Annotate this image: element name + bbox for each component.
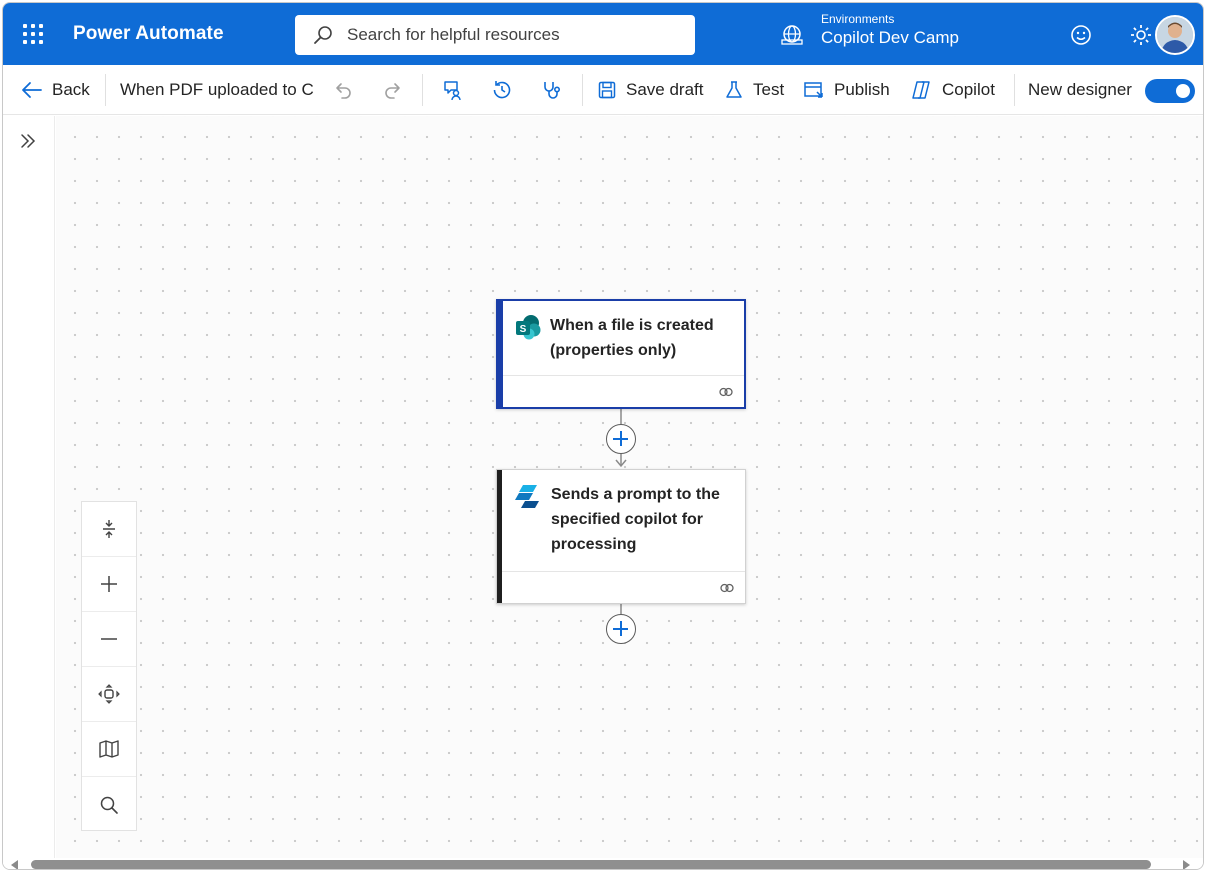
publish-button[interactable]: Publish (803, 65, 890, 115)
minimap-icon (99, 740, 119, 758)
back-button[interactable]: Back (21, 65, 90, 115)
scrollbar-thumb[interactable] (31, 860, 1151, 869)
canvas-controls (81, 501, 137, 831)
svg-text:S: S (520, 324, 527, 335)
settings-gear-icon[interactable] (1129, 23, 1153, 47)
app-window: Power Automate Search for helpful resour… (2, 2, 1204, 870)
stethoscope-icon (544, 82, 561, 99)
redo-button[interactable] (383, 65, 412, 115)
zoom-out-button[interactable] (82, 612, 136, 667)
step-title: When a file is created (properties only) (550, 317, 714, 359)
connection-link-icon[interactable] (719, 581, 735, 595)
app-header: Power Automate Search for helpful resour… (3, 3, 1203, 65)
save-icon (598, 81, 616, 99)
connection-link-icon[interactable] (718, 385, 734, 399)
new-designer-label: New designer (1028, 80, 1132, 99)
flow-step-action[interactable]: Sends a prompt to the specified copilot … (496, 469, 746, 604)
search-input[interactable]: Search for helpful resources (295, 15, 695, 55)
copilot-icon (912, 81, 930, 99)
zoom-in-button[interactable] (82, 557, 136, 612)
designer-toolbar: Back When PDF uploaded to C Save draft T… (3, 65, 1203, 115)
app-name[interactable]: Power Automate (73, 23, 224, 45)
horizontal-scrollbar[interactable] (3, 858, 1203, 869)
user-avatar[interactable] (1155, 15, 1195, 55)
save-draft-button[interactable]: Save draft (597, 65, 704, 115)
fit-vertical-icon (103, 520, 115, 538)
flow-checker-button[interactable] (441, 65, 472, 115)
fit-vertical-button[interactable] (82, 502, 136, 557)
beaker-icon (726, 81, 742, 98)
version-history-button[interactable] (491, 65, 522, 115)
history-icon (493, 81, 511, 99)
add-step-button[interactable] (606, 614, 636, 644)
search-icon (314, 26, 332, 44)
copilot-label: Copilot (942, 80, 995, 99)
flow-step-trigger[interactable]: S When a file is created (properties onl… (496, 299, 746, 409)
scroll-right-arrow-icon[interactable] (1183, 860, 1190, 869)
flow-health-button[interactable] (541, 65, 572, 115)
search-placeholder: Search for helpful resources (347, 25, 560, 44)
search-canvas-button[interactable] (82, 777, 136, 832)
copilot-button[interactable]: Copilot (909, 65, 995, 115)
environment-icon (781, 25, 803, 45)
insert-step-button[interactable] (606, 424, 636, 454)
left-rail (3, 116, 55, 869)
fit-view-button[interactable] (82, 667, 136, 722)
undo-icon (336, 83, 351, 99)
redo-icon (385, 83, 400, 99)
back-label: Back (52, 80, 90, 99)
app-launcher-icon[interactable] (21, 22, 43, 44)
zoom-out-icon (101, 638, 117, 640)
copilot-studio-icon (515, 485, 539, 508)
sharepoint-icon: S (516, 315, 541, 340)
comment-person-icon (444, 81, 461, 101)
test-label: Test (753, 80, 785, 99)
environment-name: Copilot Dev Camp (821, 28, 959, 47)
search-icon (100, 796, 118, 814)
publish-icon (804, 82, 823, 98)
test-button[interactable]: Test (724, 65, 784, 115)
flow-name-field[interactable]: When PDF uploaded to C (120, 65, 316, 115)
fit-view-icon (98, 684, 120, 704)
minimap-button[interactable] (82, 722, 136, 777)
undo-button[interactable] (333, 65, 362, 115)
expand-chevron-icon[interactable] (17, 130, 39, 152)
arrow-left-icon (22, 82, 42, 98)
save-draft-label: Save draft (626, 80, 704, 99)
new-designer-toggle[interactable] (1145, 79, 1195, 103)
scroll-left-arrow-icon[interactable] (11, 860, 18, 869)
step-title: Sends a prompt to the specified copilot … (551, 486, 720, 553)
publish-label: Publish (834, 80, 890, 99)
environment-picker[interactable]: Environments Copilot Dev Camp (821, 12, 959, 48)
feedback-smile-icon[interactable] (1069, 23, 1093, 47)
zoom-in-icon (101, 576, 117, 592)
flow-canvas[interactable]: S When a file is created (properties onl… (56, 116, 1203, 858)
environment-label: Environments (821, 12, 895, 26)
